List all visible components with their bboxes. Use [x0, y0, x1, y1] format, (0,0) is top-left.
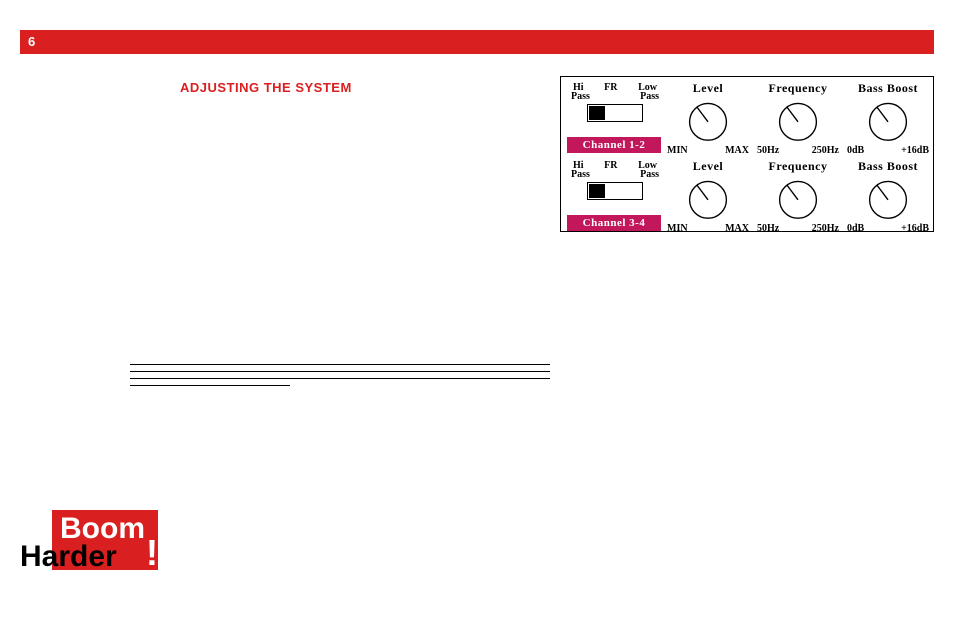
brand-logo: Boom Harder !: [20, 510, 158, 570]
logo-exclamation: !: [146, 532, 158, 574]
channel-row: Hi FR Low Pass Pass Channel 3-4 Level MI…: [561, 155, 933, 233]
dial-icon: [865, 175, 911, 221]
underline: [130, 385, 290, 386]
knob-bass-boost: Bass Boost 0dB+16dB: [845, 81, 931, 156]
switch-slider: [587, 104, 643, 122]
channel-label: Channel 1-2: [567, 137, 661, 153]
knob-bass-boost: Bass Boost 0dB +16dB: [845, 159, 931, 234]
knob-level: Level MIN MAX: [665, 159, 751, 234]
dial-icon: [685, 97, 731, 143]
switch-label-pass-l: Pass: [571, 92, 590, 102]
switch-slider: [587, 182, 643, 200]
switch-label-fr: FR: [604, 161, 617, 171]
scale-min: MIN: [667, 223, 688, 234]
crossover-switch: Hi FR Low Pass Pass: [569, 161, 661, 200]
underline: [130, 364, 550, 365]
switch-label-pass-l: Pass: [571, 170, 590, 180]
scale-max: 250Hz: [812, 223, 839, 234]
dial-icon: [775, 175, 821, 221]
knob-title: Frequency: [755, 159, 841, 174]
underline: [130, 378, 550, 379]
switch-label-fr: FR: [604, 83, 617, 93]
dial-icon: [865, 97, 911, 143]
page-number: 6: [28, 34, 35, 49]
page-header: 6: [20, 30, 934, 54]
knob-frequency: Frequency 50Hz 250Hz: [755, 159, 841, 234]
knob-title: Bass Boost: [845, 159, 931, 174]
knob-title: Level: [665, 81, 751, 96]
knob-level: Level MINMAX: [665, 81, 751, 156]
knob-title: Level: [665, 159, 751, 174]
dial-icon: [685, 175, 731, 221]
logo-text-harder: Harder: [20, 540, 117, 574]
scale-min: 0dB: [847, 223, 864, 234]
switch-label-pass-r: Pass: [640, 170, 659, 180]
control-panel: Hi FR Low Pass Pass Channel 1-2 Level MI…: [560, 76, 934, 232]
knob-title: Frequency: [755, 81, 841, 96]
scale-max: MAX: [725, 223, 749, 234]
channel-row: Hi FR Low Pass Pass Channel 1-2 Level MI…: [561, 77, 933, 155]
crossover-switch: Hi FR Low Pass Pass: [569, 83, 661, 122]
body-underlines: [130, 358, 550, 392]
underline: [130, 371, 550, 372]
switch-label-pass-r: Pass: [640, 92, 659, 102]
knob-title: Bass Boost: [845, 81, 931, 96]
scale-min: 50Hz: [757, 223, 779, 234]
scale-max: +16dB: [901, 223, 929, 234]
channel-label: Channel 3-4: [567, 215, 661, 231]
section-title: ADJUSTING THE SYSTEM: [180, 80, 352, 95]
dial-icon: [775, 97, 821, 143]
knob-frequency: Frequency 50Hz250Hz: [755, 81, 841, 156]
